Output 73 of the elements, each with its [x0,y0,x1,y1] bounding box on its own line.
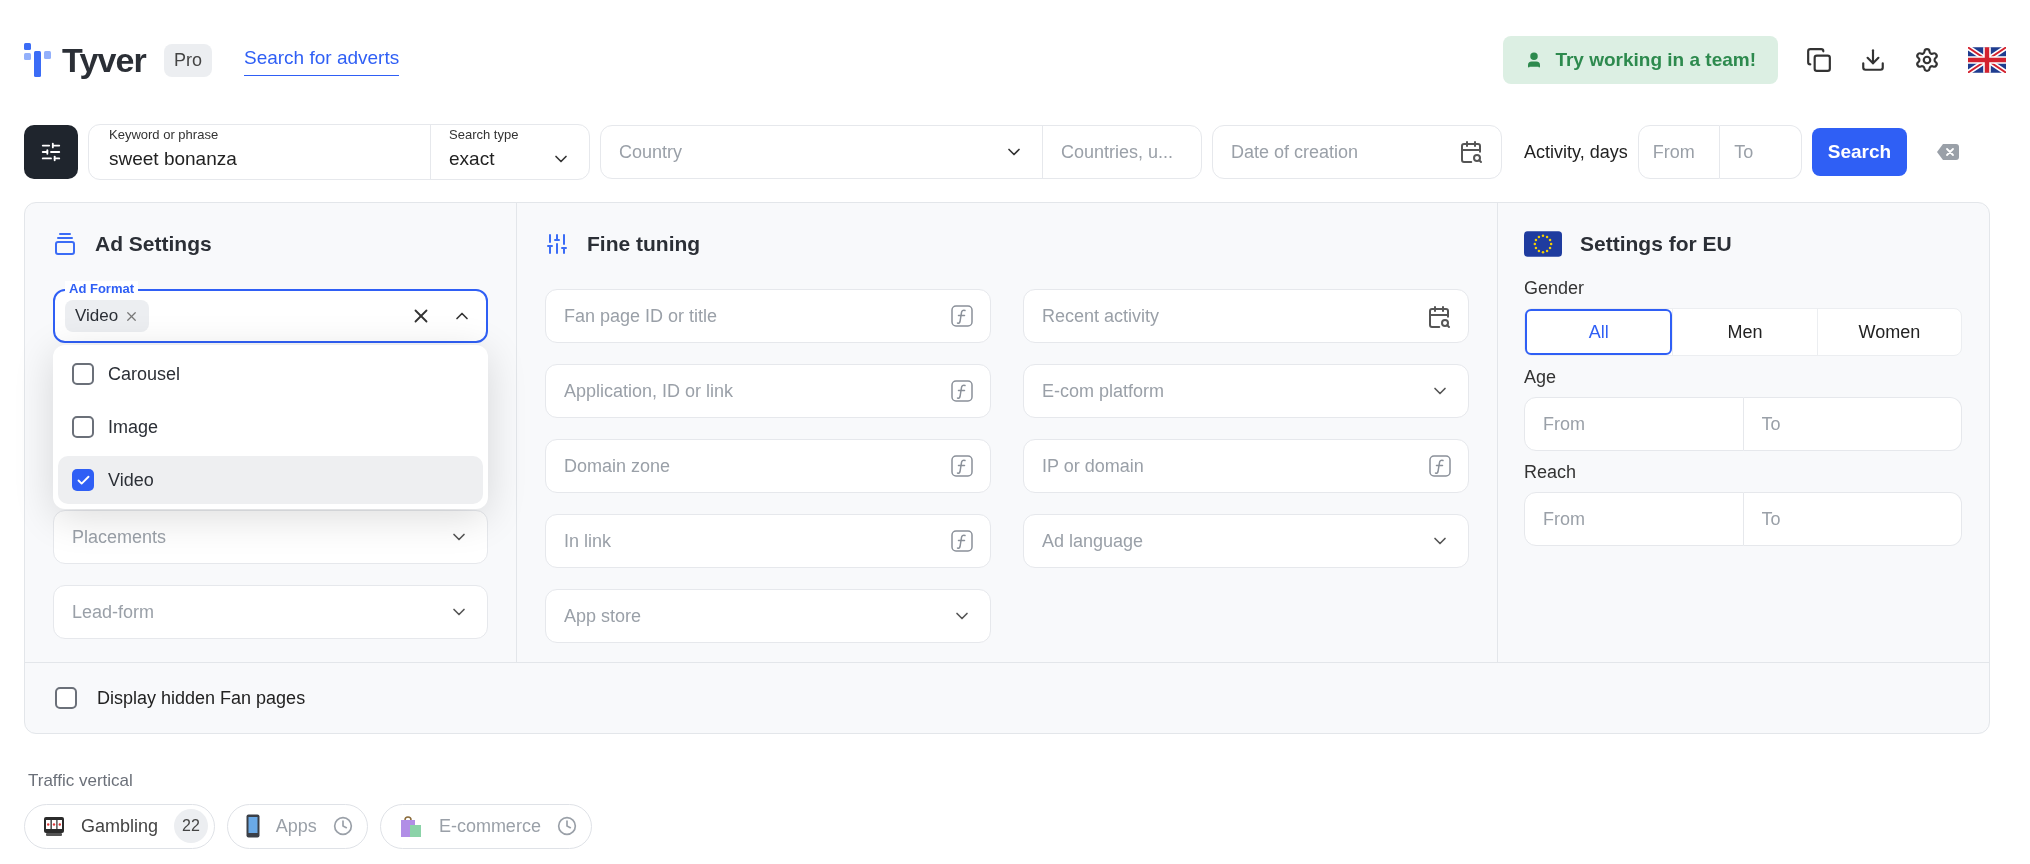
checkbox[interactable] [72,416,94,438]
checkbox[interactable] [55,687,77,709]
function-icon[interactable] [951,455,973,477]
clock-icon [556,816,577,836]
checkbox-label: Display hidden Fan pages [97,686,306,710]
clock-icon [332,816,353,836]
input-field[interactable]: Domain zone [545,439,991,493]
function-icon[interactable] [951,530,973,552]
search-box[interactable]: Keyword or phrase sweet bonanza Search type exact [88,124,590,180]
vertical-chip[interactable]: Apps [226,803,368,849]
settings-icon[interactable] [1914,47,1940,73]
phone-icon [245,814,260,838]
select-field[interactable]: Lead-form [53,585,488,639]
select-field[interactable]: App store [545,589,991,643]
select-field[interactable]: Placements [53,510,488,564]
range-from-field[interactable]: From [1524,397,1744,451]
vertical-chip[interactable]: E-commerce [379,803,592,849]
selected-chip[interactable]: Video [65,300,150,332]
section-title: Ad Settings [95,231,212,258]
gender-tab[interactable]: Women [1816,309,1961,355]
input-field[interactable]: In link [545,514,991,568]
checkbox[interactable] [72,469,94,491]
range-from-field[interactable]: From [1524,492,1744,546]
field-label: Reach [1524,461,1577,484]
count-badge: 22 [174,809,208,843]
calendar-search-icon [1459,140,1483,164]
section-title: Fine tuning [587,231,701,258]
activity-from-field[interactable]: From [1637,125,1721,179]
search-button[interactable]: Search [1811,128,1908,176]
section-label: Traffic vertical [28,770,133,792]
range-to-field[interactable]: To [1743,492,1962,546]
input-field[interactable]: Fan page ID or title [545,289,991,343]
range-to-field[interactable]: To [1743,397,1962,451]
activity-label: Activity, days [1524,140,1628,164]
activity-to-field[interactable]: To [1720,125,1802,179]
field-label: Keyword or phrase [109,126,219,144]
eu-flag-icon [1524,230,1562,258]
dropdown-option[interactable]: Video [58,456,483,504]
function-icon[interactable] [951,305,973,327]
field-label: Age [1524,366,1557,389]
vertical-chip[interactable]: Gambling 22 [24,803,215,849]
input-field[interactable]: Application, ID or link [545,364,991,418]
sliders-icon [40,141,62,163]
plan-badge: Pro [163,43,212,77]
uk-flag-icon[interactable] [1968,47,2006,73]
calendar-search-icon[interactable] [1427,305,1451,329]
select-field[interactable]: E-com platform [1023,364,1469,418]
logo-icon [24,43,54,77]
checkbox[interactable] [72,363,94,385]
keyword-field[interactable]: sweet bonanza [109,144,410,173]
download-icon[interactable] [1860,47,1886,73]
input-field[interactable]: IP or domain [1023,439,1469,493]
nav-link[interactable]: Search for adverts [244,44,400,76]
field-label: Gender [1524,277,1585,300]
function-icon[interactable] [1429,455,1451,477]
dropdown-option[interactable]: Carousel [58,350,483,398]
sliders-icon [545,232,569,256]
copy-icon[interactable] [1806,47,1832,73]
logo-text: Tyver [62,39,146,81]
gender-tab[interactable]: All [1525,309,1673,355]
layers-icon [53,232,77,256]
input-field[interactable]: Recent activity [1023,289,1469,343]
slot-machine-icon [43,815,65,837]
section-title: Settings for EU [1580,231,1732,258]
team-button[interactable]: Try working in a team! [1503,36,1778,84]
function-icon[interactable] [951,380,973,402]
gender-tab[interactable]: Men [1672,309,1817,355]
dropdown-option[interactable]: Image [58,403,483,451]
select-field[interactable]: Ad language [1023,514,1469,568]
filter-button[interactable] [24,125,78,179]
date-field[interactable]: Date of creation [1212,125,1502,179]
search-type-select[interactable]: Search type exact [431,125,589,179]
shopping-bag-icon [398,814,423,838]
